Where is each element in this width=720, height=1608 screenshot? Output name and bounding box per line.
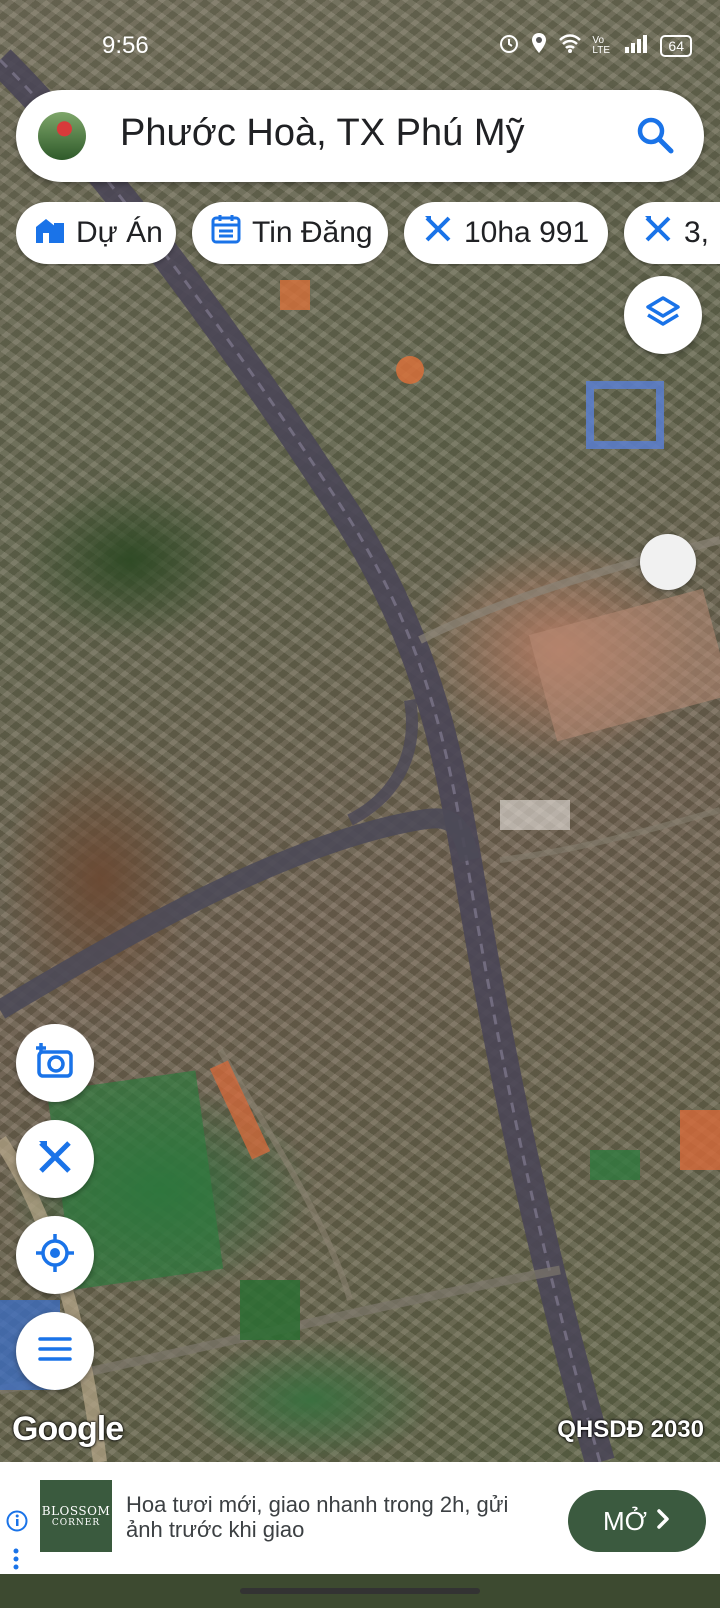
building-icon xyxy=(34,213,66,253)
ruler-pencil-icon xyxy=(642,213,674,253)
layers-button[interactable] xyxy=(624,276,702,354)
info-icon[interactable] xyxy=(6,1510,28,1532)
alarm-icon xyxy=(498,32,520,59)
advertiser-logo: BLOSSOM CORNER xyxy=(40,1480,112,1552)
layers-icon xyxy=(644,294,682,337)
status-icons: Vo LTE 64 xyxy=(498,32,692,59)
chip-label: 3, xyxy=(684,216,710,249)
status-time: 9:56 xyxy=(102,32,149,59)
avatar[interactable] xyxy=(38,112,86,160)
battery-indicator: 64 xyxy=(660,34,692,57)
volte-label: Vo LTE xyxy=(592,34,611,56)
chip-area-1[interactable]: 10ha 991 xyxy=(404,202,608,264)
menu-icon xyxy=(36,1330,74,1373)
chip-label: Dự Án xyxy=(76,216,163,249)
google-logo: Google xyxy=(12,1410,124,1448)
wifi-icon xyxy=(558,33,582,58)
my-location-button[interactable] xyxy=(16,1216,94,1294)
add-photo-icon xyxy=(34,1040,76,1087)
map-attribution: QHSDĐ 2030 xyxy=(557,1416,704,1443)
chip-du-an[interactable]: Dự Án xyxy=(16,202,176,264)
ruler-pencil-icon xyxy=(422,213,454,253)
search-bar[interactable]: Phước Hoà, TX Phú Mỹ xyxy=(16,90,704,182)
my-location-icon xyxy=(34,1232,76,1279)
ad-text: Hoa tươi mới, giao nhanh trong 2h, gửi ả… xyxy=(126,1492,509,1542)
search-icon[interactable] xyxy=(634,114,676,156)
chevron-right-icon xyxy=(655,1506,671,1537)
measure-button[interactable] xyxy=(16,1120,94,1198)
more-options-icon[interactable] xyxy=(12,1548,20,1575)
menu-button[interactable] xyxy=(16,1312,94,1390)
signal-icon xyxy=(624,33,650,58)
chip-tin-dang[interactable]: Tin Đăng xyxy=(192,202,388,264)
search-location-text[interactable]: Phước Hoà, TX Phú Mỹ xyxy=(120,112,524,155)
filter-chips: Dự Án Tin Đăng 10ha 991 3, xyxy=(16,202,720,266)
scroll-handle[interactable] xyxy=(640,534,696,590)
add-photo-button[interactable] xyxy=(16,1024,94,1102)
ad-open-label: MỞ xyxy=(603,1505,647,1536)
home-indicator[interactable] xyxy=(240,1588,480,1594)
status-bar: 9:56 Vo LTE 64 xyxy=(0,0,720,90)
advertiser-logo-line1: BLOSSOM xyxy=(41,1504,111,1518)
calendar-list-icon xyxy=(210,213,242,253)
chip-area-2[interactable]: 3, xyxy=(624,202,720,264)
ruler-pencil-icon xyxy=(35,1137,75,1182)
chip-label: 10ha 991 xyxy=(464,216,590,249)
ad-open-button[interactable]: MỞ xyxy=(568,1490,706,1552)
chip-label: Tin Đăng xyxy=(252,216,373,249)
location-icon xyxy=(530,32,548,59)
ad-banner[interactable]: BLOSSOM CORNER Hoa tươi mới, giao nhanh … xyxy=(0,1462,720,1574)
advertiser-logo-line2: CORNER xyxy=(51,1518,101,1528)
